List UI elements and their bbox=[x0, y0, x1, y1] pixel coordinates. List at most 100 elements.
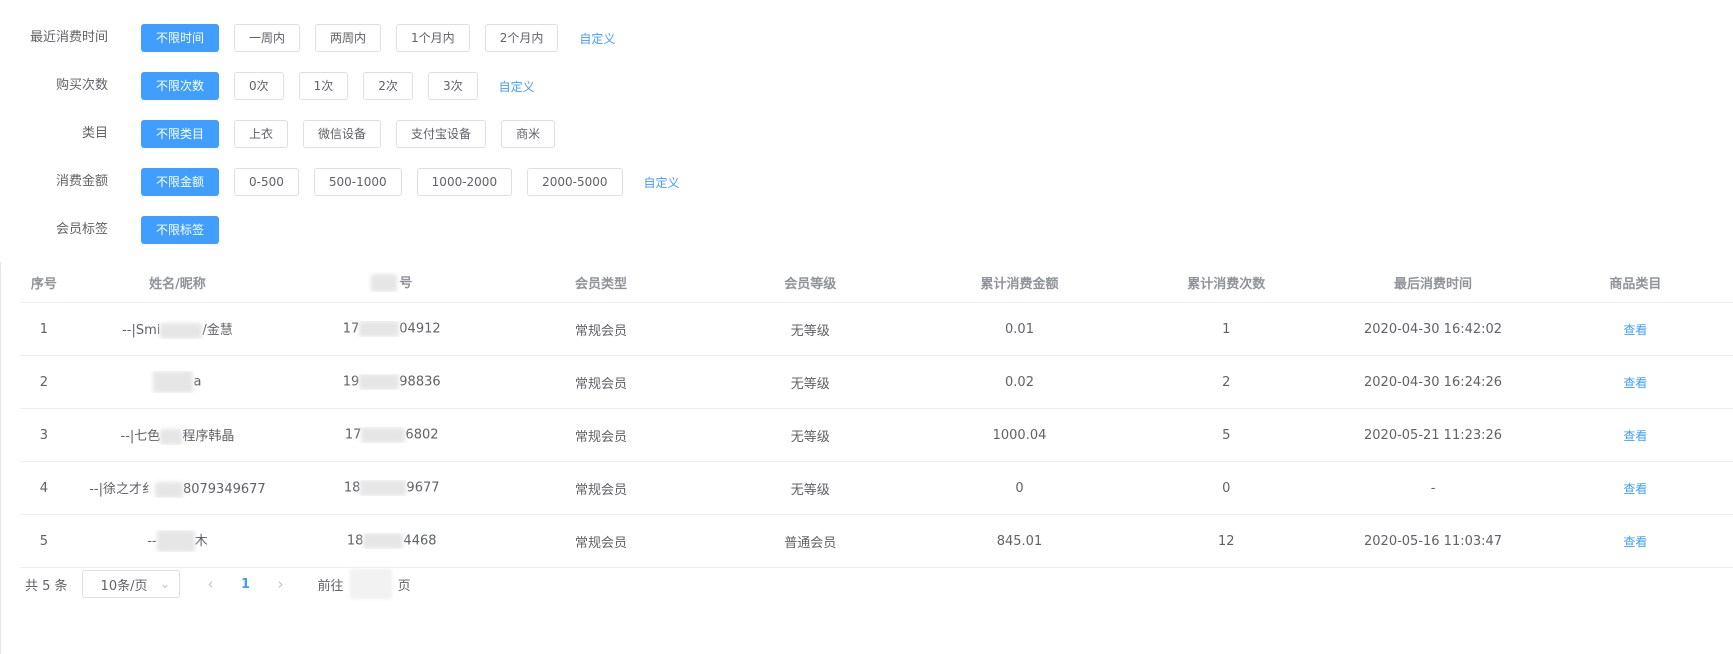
cell-phone: 17 6802 bbox=[344, 427, 439, 443]
cell-last-time: 2020-04-30 16:42:02 bbox=[1364, 321, 1503, 337]
cell-name: --|Smi/金慧 bbox=[122, 322, 233, 339]
option-one-week[interactable]: 一周内 bbox=[234, 24, 301, 52]
custom-link[interactable]: 自定义 bbox=[499, 78, 535, 95]
view-link[interactable]: 查看 bbox=[1623, 482, 1647, 496]
cell-phone: 19 98836 bbox=[342, 374, 441, 390]
cell-index: 4 bbox=[39, 480, 49, 496]
col-header-name: 姓名/昵称 bbox=[149, 276, 206, 292]
option-two-weeks[interactable]: 两周内 bbox=[315, 24, 382, 52]
cell-total-amount: 0 bbox=[1015, 480, 1024, 496]
goto-page: 前往 页 bbox=[318, 569, 411, 599]
option-count-3[interactable]: 3次 bbox=[427, 72, 478, 100]
option-amount-0-500[interactable]: 0-500 bbox=[234, 168, 299, 196]
cell-member-level: 普通会员 bbox=[784, 535, 837, 551]
total-count: 共 5 条 bbox=[25, 578, 68, 594]
option-amount-2000-5000[interactable]: 2000-5000 bbox=[527, 168, 623, 196]
member-table: 序号 姓名/昵称 号 会员类型 会员等级 累计消费金额 累计消费次数 最后消费时… bbox=[20, 262, 1733, 568]
page-size-value: 10条/页 bbox=[100, 578, 148, 594]
option-one-month[interactable]: 1个月内 bbox=[396, 24, 470, 52]
cell-total-count: 5 bbox=[1222, 427, 1231, 443]
pagination: 共 5 条 10条/页 ⌄ ‹ 1 › 前往 页 bbox=[25, 569, 411, 599]
cell-name: -- 木 bbox=[68, 530, 287, 553]
option-amount-500-1000[interactable]: 500-1000 bbox=[313, 168, 402, 196]
col-header-member-level: 会员等级 bbox=[784, 276, 837, 292]
option-unlimited-count[interactable]: 不限次数 bbox=[141, 72, 220, 100]
page-number-current[interactable]: 1 bbox=[226, 577, 266, 592]
custom-link[interactable]: 自定义 bbox=[644, 174, 680, 191]
cell-last-time: 2020-04-30 16:24:26 bbox=[1364, 374, 1503, 390]
option-unlimited-category[interactable]: 不限类目 bbox=[141, 120, 220, 148]
view-link[interactable]: 查看 bbox=[1623, 535, 1647, 549]
filter-label: 会员标签 bbox=[55, 222, 108, 237]
cell-total-amount: 1000.04 bbox=[992, 427, 1047, 443]
cell-member-level: 无等级 bbox=[790, 429, 830, 445]
cell-name: a bbox=[68, 371, 287, 393]
cell-member-type: 常规会员 bbox=[574, 429, 627, 445]
filter-label: 消费金额 bbox=[55, 174, 108, 189]
cell-total-count: 1 bbox=[1222, 321, 1231, 337]
chevron-down-icon: ⌄ bbox=[159, 576, 171, 592]
cell-total-amount: 845.01 bbox=[996, 533, 1043, 549]
option-category-alipay-device[interactable]: 支付宝设备 bbox=[396, 120, 487, 148]
option-category-sunmi[interactable]: 商米 bbox=[501, 120, 556, 148]
cell-member-type: 常规会员 bbox=[574, 376, 627, 392]
table-row: 1 --|Smi/金慧 17 04912 常规会员 无等级 0.01 1 2020… bbox=[20, 303, 1733, 356]
goto-prefix: 前往 bbox=[317, 578, 344, 594]
redacted-block bbox=[371, 274, 398, 293]
option-two-months[interactable]: 2个月内 bbox=[484, 24, 559, 52]
cell-total-amount: 0.01 bbox=[1005, 321, 1034, 337]
option-unlimited-amount[interactable]: 不限金额 bbox=[141, 168, 220, 196]
cell-total-count: 2 bbox=[1222, 374, 1231, 390]
view-link[interactable]: 查看 bbox=[1623, 323, 1647, 337]
filter-label: 类目 bbox=[81, 126, 108, 141]
cell-member-level: 无等级 bbox=[790, 323, 830, 339]
next-page-icon[interactable]: › bbox=[266, 575, 296, 593]
cell-total-amount: 0.02 bbox=[1005, 374, 1034, 390]
filter-label: 最近消费时间 bbox=[29, 30, 108, 45]
custom-link[interactable]: 自定义 bbox=[579, 30, 615, 47]
cell-index: 2 bbox=[39, 374, 49, 390]
cell-total-count: 0 bbox=[1222, 480, 1231, 496]
col-header-last-time: 最后消费时间 bbox=[1394, 276, 1473, 292]
view-link[interactable]: 查看 bbox=[1623, 376, 1647, 390]
cell-member-type: 常规会员 bbox=[574, 535, 627, 551]
option-count-2[interactable]: 2次 bbox=[363, 72, 413, 100]
cell-name: --|徐之才纟 8079349677 bbox=[89, 481, 266, 498]
cell-index: 1 bbox=[39, 321, 49, 337]
option-category-wechat-device[interactable]: 微信设备 bbox=[303, 120, 382, 148]
option-unlimited-time[interactable]: 不限时间 bbox=[141, 24, 220, 52]
panel-left-border bbox=[0, 262, 1, 654]
option-unlimited-tag[interactable]: 不限标签 bbox=[141, 216, 220, 244]
option-count-1[interactable]: 1次 bbox=[298, 72, 349, 100]
table-row: 5 -- 木 18 4468 常规会员 普通会员 845.01 12 2020-05… bbox=[20, 515, 1733, 568]
cell-member-type: 常规会员 bbox=[574, 482, 627, 498]
cell-phone: 18 9677 bbox=[343, 480, 440, 496]
cell-member-level: 无等级 bbox=[790, 482, 830, 498]
cell-phone: 18 4468 bbox=[346, 533, 437, 549]
table-row: 4 --|徐之才纟 8079349677 18 9677 常规会员 无等级 0 0 … bbox=[20, 462, 1733, 515]
goto-suffix: 页 bbox=[397, 578, 411, 594]
page-size-select[interactable]: 10条/页 ⌄ bbox=[81, 570, 180, 598]
col-header-category: 商品类目 bbox=[1609, 276, 1662, 292]
option-category-tops[interactable]: 上衣 bbox=[234, 120, 289, 148]
filter-label: 购买次数 bbox=[55, 78, 108, 93]
option-amount-1000-2000[interactable]: 1000-2000 bbox=[416, 168, 513, 196]
table-row: 2 a 19 98836 常规会员 无等级 0.02 2 2020-04-30 1… bbox=[20, 356, 1733, 409]
option-count-0[interactable]: 0次 bbox=[234, 72, 284, 100]
col-header-phone: 号 bbox=[287, 272, 496, 293]
cell-last-time: - bbox=[1430, 480, 1436, 496]
cell-total-count: 12 bbox=[1217, 533, 1235, 549]
cell-name: --|七色 程序韩晶 bbox=[120, 428, 235, 445]
cell-last-time: 2020-05-21 11:23:26 bbox=[1364, 427, 1503, 443]
prev-page-icon[interactable]: ‹ bbox=[196, 575, 226, 593]
goto-page-input[interactable] bbox=[349, 569, 392, 599]
col-header-total-count: 累计消费次数 bbox=[1187, 276, 1266, 292]
col-header-member-type: 会员类型 bbox=[574, 276, 627, 292]
table-row: 3 --|七色 程序韩晶 17 6802 常规会员 无等级 1000.04 5 20… bbox=[20, 409, 1733, 462]
cell-member-level: 无等级 bbox=[790, 376, 830, 392]
cell-index: 5 bbox=[39, 533, 49, 549]
cell-index: 3 bbox=[39, 427, 49, 443]
view-link[interactable]: 查看 bbox=[1623, 429, 1647, 443]
cell-last-time: 2020-05-16 11:03:47 bbox=[1364, 533, 1503, 549]
col-header-total-amount: 累计消费金额 bbox=[980, 276, 1059, 292]
